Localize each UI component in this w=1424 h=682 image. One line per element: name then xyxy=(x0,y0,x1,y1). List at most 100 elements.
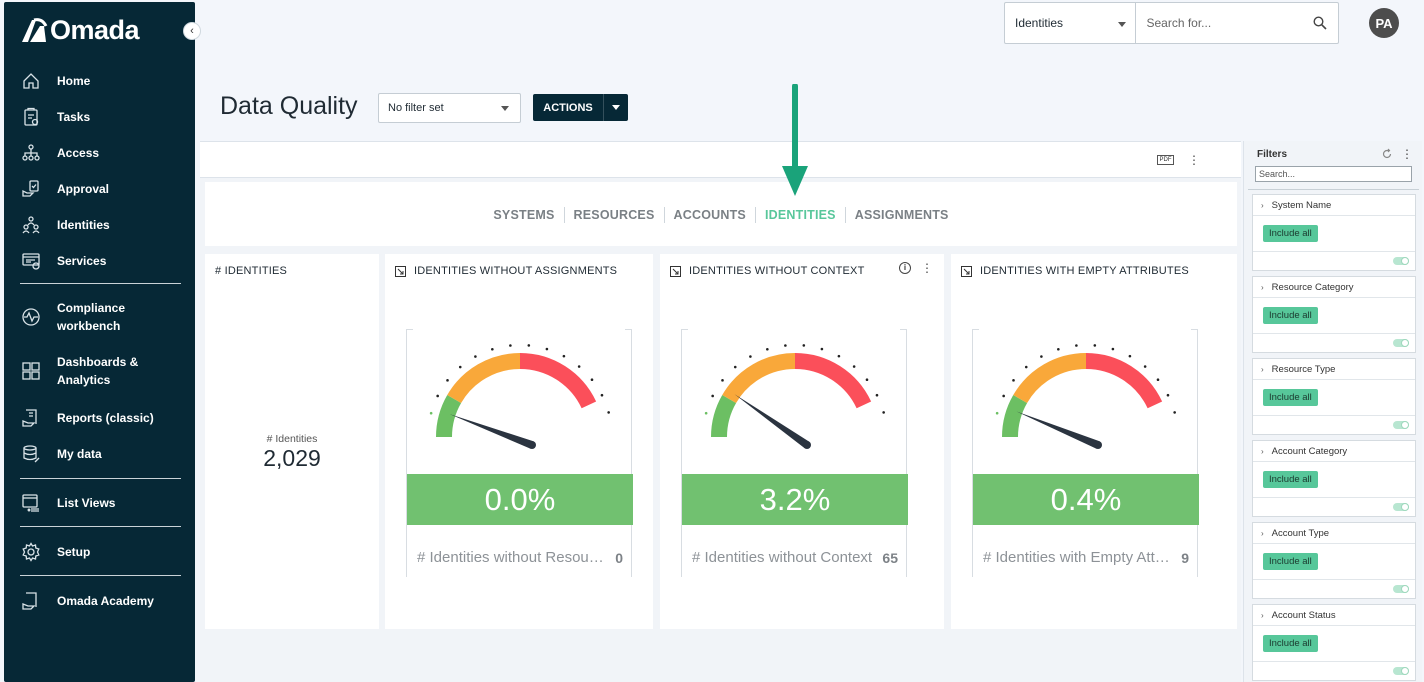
more-options-icon[interactable]: ⋮ xyxy=(1401,148,1413,160)
filter-group-label: System Name xyxy=(1271,199,1332,211)
avatar[interactable]: PA xyxy=(1369,8,1399,38)
include-all-button[interactable]: Include all xyxy=(1263,471,1318,488)
include-all-button[interactable]: Include all xyxy=(1263,389,1318,406)
pulse-icon xyxy=(20,306,42,328)
approval-icon xyxy=(20,178,42,200)
metric-label: # Identities with Empty Attributes xyxy=(983,549,1171,566)
gauge-needle-hub xyxy=(528,441,536,449)
filter-group: › Account Category Include all xyxy=(1252,440,1416,517)
include-all-button[interactable]: Include all xyxy=(1263,225,1318,242)
sidebar-item-setup[interactable]: Setup xyxy=(20,541,190,563)
filter-group: › Account Type Include all xyxy=(1252,522,1416,599)
academy-icon xyxy=(20,590,42,612)
actions-dropdown-toggle[interactable] xyxy=(604,94,628,121)
filter-search-input[interactable] xyxy=(1255,166,1412,182)
filter-toggle[interactable] xyxy=(1393,503,1409,511)
filter-group-header[interactable]: › Resource Category xyxy=(1253,277,1415,298)
gauge-band-segment xyxy=(711,395,737,438)
gauge-tick xyxy=(837,354,841,358)
search-button[interactable] xyxy=(1301,3,1338,43)
sidebar-item-label: Identities xyxy=(57,218,110,232)
filter-group-header[interactable]: › Account Category xyxy=(1253,441,1415,462)
caret-down-icon xyxy=(612,105,620,110)
info-icon[interactable]: i xyxy=(899,262,911,274)
filter-select[interactable]: No filter set xyxy=(378,93,521,123)
gear-icon xyxy=(20,541,42,563)
filter-toggle[interactable] xyxy=(1393,257,1409,265)
open-details-icon[interactable] xyxy=(961,265,972,277)
gauge-tick xyxy=(711,394,714,398)
include-all-button[interactable]: Include all xyxy=(1263,553,1318,570)
tab-accounts[interactable]: ACCOUNTS xyxy=(663,207,755,223)
gauge-needle xyxy=(1016,411,1100,449)
filter-group-header[interactable]: › Account Status xyxy=(1253,605,1415,626)
gauge-tick xyxy=(545,347,549,351)
sidebar-item-tasks[interactable]: Tasks xyxy=(20,106,190,128)
gauge-tick xyxy=(802,344,806,347)
sidebar-item-approval[interactable]: Approval xyxy=(20,178,190,200)
sidebar-item-services[interactable]: Services xyxy=(20,250,190,272)
report-icon xyxy=(20,407,42,429)
filter-toggle[interactable] xyxy=(1393,421,1409,429)
sidebar-item-label: Home xyxy=(57,74,91,88)
gauge-tick xyxy=(1075,344,1078,347)
home-icon xyxy=(20,70,42,92)
filter-toggle[interactable] xyxy=(1393,667,1409,675)
sidebar-item-identities[interactable]: Identities xyxy=(20,214,190,236)
tab-resources[interactable]: RESOURCES xyxy=(563,207,664,223)
sidebar-item-omada-academy[interactable]: Omada Academy xyxy=(20,590,190,612)
sidebar-item-label: Compliance xyxy=(57,301,126,315)
more-options-icon[interactable]: ⋮ xyxy=(1188,154,1200,166)
gauge-tick xyxy=(865,378,869,382)
chevron-left-icon: ‹ xyxy=(190,25,194,37)
sidebar-item-compliance-workbench[interactable]: Compliance workbench xyxy=(20,299,190,335)
filter-group-label: Account Category xyxy=(1271,445,1348,457)
gauge-percent: 3.2% xyxy=(682,474,908,525)
include-all-button[interactable]: Include all xyxy=(1263,307,1318,324)
filters-title: Filters xyxy=(1257,149,1288,160)
open-details-icon[interactable] xyxy=(395,265,406,277)
gauge-tick xyxy=(1040,355,1043,358)
filters-panel: Filters ⋮ › System Name Include all › Resour… xyxy=(1243,141,1422,682)
open-details-icon[interactable] xyxy=(670,265,681,277)
tab-identities[interactable]: IDENTITIES xyxy=(754,207,845,223)
gauge-needle xyxy=(449,414,534,449)
filter-group-header[interactable]: › Resource Type xyxy=(1253,359,1415,380)
pdf-export-icon[interactable]: PDF xyxy=(1157,155,1174,165)
sidebar-divider xyxy=(20,478,181,479)
gauge-percent: 0.4% xyxy=(973,474,1199,525)
sidebar-collapse-button[interactable]: ‹ xyxy=(183,22,201,40)
caret-down-icon xyxy=(1118,22,1127,27)
filter-group: › Resource Category Include all xyxy=(1252,276,1416,353)
actions-button[interactable]: ACTIONS xyxy=(533,94,628,121)
reset-filters-icon[interactable] xyxy=(1381,148,1393,160)
card-title: IDENTITIES WITHOUT CONTEXT xyxy=(689,265,865,277)
filter-group-header[interactable]: › System Name xyxy=(1253,195,1415,216)
gauge-needle-hub xyxy=(803,441,811,449)
gauge-tick xyxy=(429,411,433,415)
sidebar: Omada Home Tasks Access Approval Identit… xyxy=(4,2,195,682)
sidebar-item-dashboards-analytics[interactable]: Dashboards & Analytics xyxy=(20,353,190,389)
sidebar-item-my-data[interactable]: My data xyxy=(20,443,190,465)
filter-toggle[interactable] xyxy=(1393,585,1409,593)
sidebar-item-reports-classic[interactable]: Reports (classic) xyxy=(20,407,190,429)
sidebar-item-label: Access xyxy=(57,146,100,160)
page-title: Data Quality xyxy=(220,92,358,120)
gauge-tick xyxy=(527,344,531,347)
database-icon xyxy=(20,443,42,465)
sidebar-item-list-views[interactable]: List Views xyxy=(20,492,190,514)
filter-group-header[interactable]: › Account Type xyxy=(1253,523,1415,544)
sidebar-divider xyxy=(20,575,181,576)
more-options-icon[interactable]: ⋮ xyxy=(921,262,933,274)
tab-systems[interactable]: SYSTEMS xyxy=(484,207,563,223)
include-all-button[interactable]: Include all xyxy=(1263,635,1318,652)
filter-toggle[interactable] xyxy=(1393,339,1409,347)
search-scope-select[interactable]: Identities xyxy=(1005,3,1137,43)
count-label: # Identities xyxy=(266,433,318,445)
tab-assignments[interactable]: ASSIGNMENTS xyxy=(844,207,958,223)
omada-logo[interactable]: Omada xyxy=(20,14,140,46)
sidebar-item-access[interactable]: Access xyxy=(20,142,190,164)
search-input[interactable] xyxy=(1136,3,1302,43)
sidebar-item-home[interactable]: Home xyxy=(20,70,190,92)
brand-name: Omada xyxy=(50,14,140,45)
